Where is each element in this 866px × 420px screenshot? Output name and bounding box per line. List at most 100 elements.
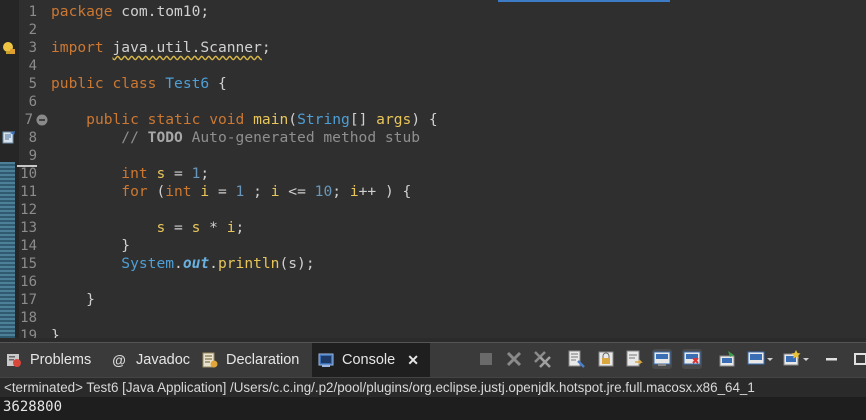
code-line: import java.util.Scanner; <box>51 39 271 57</box>
variable: s <box>156 219 166 236</box>
class-name: System <box>121 255 175 272</box>
line-number: 12 <box>20 202 37 218</box>
code-text: . <box>209 255 218 272</box>
terminate-icon[interactable] <box>476 349 496 369</box>
keyword: public <box>51 75 104 92</box>
line-number: 18 <box>20 310 37 326</box>
line-number: 11 <box>20 184 37 200</box>
warning-lightbulb-icon[interactable] <box>2 40 16 54</box>
problems-icon <box>6 352 22 368</box>
line-number: 6 <box>28 94 37 110</box>
clear-console-icon[interactable] <box>566 349 586 369</box>
code-line: public static void main(String[] args) { <box>51 111 438 129</box>
editor-tab-indicator <box>498 0 670 2</box>
line-number: 19 <box>20 328 37 338</box>
word-wrap-icon[interactable] <box>624 349 644 369</box>
code-text: <= <box>279 183 315 200</box>
code-text: } <box>51 327 60 338</box>
change-ruler <box>0 162 15 338</box>
collapse-icon[interactable] <box>36 111 48 126</box>
line-number: 7 <box>24 112 33 128</box>
keyword: static <box>147 111 201 128</box>
at-icon: @ <box>112 352 126 368</box>
display-console-dropdown[interactable] <box>746 349 774 369</box>
variable: i <box>226 219 236 236</box>
code-text: = <box>165 219 192 236</box>
keyword: void <box>209 111 245 128</box>
console-output[interactable]: 3628800 <box>0 397 866 420</box>
type-name: String <box>297 111 350 128</box>
code-line: int s = 1; <box>51 165 209 183</box>
code-text: = <box>165 165 192 182</box>
line-number: 3 <box>28 40 37 56</box>
variable: i <box>270 183 280 200</box>
class-name: Test6 <box>165 75 210 92</box>
show-on-output-icon[interactable] <box>652 349 672 369</box>
code-text: ( <box>147 183 166 200</box>
code-text: ( <box>288 111 298 128</box>
code-line: System.out.println(s); <box>51 255 314 273</box>
line-number: 17 <box>20 292 37 308</box>
code-line: // TODO Auto-generated method stub <box>51 129 420 147</box>
keyword: int <box>121 165 148 182</box>
code-editor[interactable]: 1 2 3 4 5 6 7 8 9 10 11 12 13 14 15 16 1… <box>0 0 866 338</box>
declaration-icon <box>202 352 218 368</box>
show-on-error-icon[interactable] <box>682 349 702 369</box>
tab-label: Problems <box>30 352 92 368</box>
line-number: 15 <box>20 256 37 272</box>
line-number-current: 9 <box>17 147 37 167</box>
unused-import-warning[interactable]: java.util.Scanner <box>113 39 262 56</box>
tab-problems[interactable]: Problems <box>6 343 91 377</box>
code-text: * <box>200 219 227 236</box>
pin-console-icon[interactable] <box>718 349 738 369</box>
view-tab-bar: Problems @ Javadoc Declaration Console ✕ <box>0 342 866 377</box>
method-name: println <box>217 255 280 272</box>
comment: Auto-generated method stub <box>182 129 421 146</box>
close-icon[interactable]: ✕ <box>407 352 419 369</box>
keyword: for <box>121 183 148 200</box>
tab-label: Declaration <box>226 352 300 368</box>
line-number: 13 <box>20 220 37 236</box>
line-number: 5 <box>28 76 37 92</box>
console-process-label: <terminated> Test6 [Java Application] /U… <box>0 377 866 396</box>
code-line: package com.tom10; <box>51 3 209 21</box>
number: 10 <box>314 183 333 200</box>
line-number: 1 <box>28 4 37 20</box>
new-console-dropdown[interactable] <box>782 349 810 369</box>
tab-javadoc[interactable]: @ Javadoc <box>112 343 190 377</box>
code-text: ) { <box>411 111 438 128</box>
task-icon[interactable] <box>2 129 16 144</box>
code-line: for (int i = 1 ; i <= 10; i++ ) { <box>51 183 411 201</box>
keyword: int <box>165 183 192 200</box>
code-text: ; <box>261 39 271 56</box>
code-text: } <box>86 291 95 308</box>
remove-launch-icon[interactable] <box>504 349 524 369</box>
line-number: 14 <box>20 238 37 254</box>
line-number: 8 <box>28 130 37 146</box>
code-text: ; <box>332 183 350 200</box>
variable: s <box>156 165 166 182</box>
parameter: args <box>376 111 412 128</box>
code-line: } <box>51 291 95 309</box>
keyword: package <box>51 3 113 20</box>
line-number: 16 <box>20 274 37 290</box>
code-line: s = s * i; <box>51 219 244 237</box>
method-name: main <box>253 111 289 128</box>
code-line: } <box>51 327 60 338</box>
tab-declaration[interactable]: Declaration <box>202 343 299 377</box>
tab-console[interactable]: Console ✕ <box>312 343 430 377</box>
minimize-icon[interactable] <box>822 349 842 369</box>
line-number: 10 <box>20 166 37 182</box>
scroll-lock-icon[interactable] <box>596 349 616 369</box>
remove-all-terminated-icon[interactable] <box>532 349 552 369</box>
static-field: out <box>182 255 210 272</box>
code-text: ++ ) { <box>358 183 412 200</box>
keyword: class <box>112 75 157 92</box>
console-icon <box>318 352 334 368</box>
comment: // <box>121 129 148 146</box>
line-number: 4 <box>28 58 37 74</box>
maximize-icon[interactable] <box>850 349 866 369</box>
code-text: } <box>121 237 131 254</box>
tab-label: Javadoc <box>136 352 191 368</box>
code-text: = <box>209 183 236 200</box>
